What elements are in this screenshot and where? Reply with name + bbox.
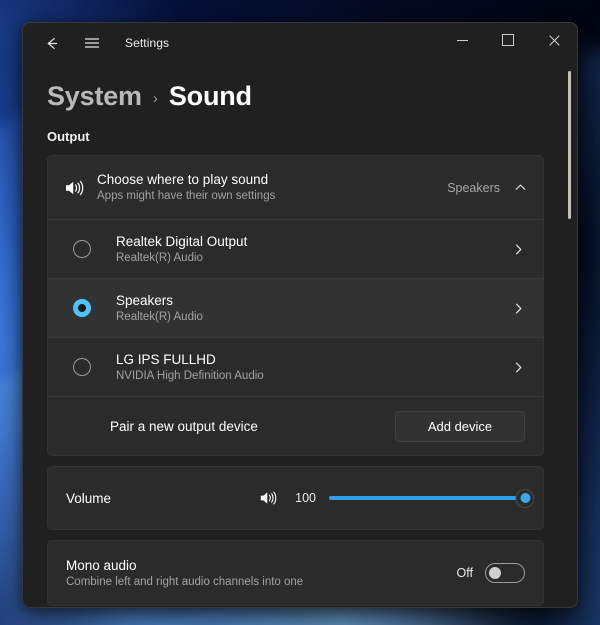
breadcrumb: System › Sound <box>47 63 544 115</box>
window-title: Settings <box>125 36 170 50</box>
expander-text: Choose where to play sound Apps might ha… <box>97 171 447 204</box>
mono-audio-state-label: Off <box>456 566 473 580</box>
page-title: Sound <box>168 80 252 111</box>
output-device-row-2[interactable]: LG IPS FULLHD NVIDIA High Definition Aud… <box>48 338 543 396</box>
volume-card: Volume 100 <box>47 466 544 530</box>
device-text-0: Realtek Digital Output Realtek(R) Audio <box>116 233 512 266</box>
radio-button-0[interactable] <box>73 240 91 258</box>
mono-audio-title: Mono audio <box>66 557 137 573</box>
volume-row: Volume 100 <box>48 467 543 529</box>
settings-window: Settings System › Sound Output Choose wh… <box>22 22 578 608</box>
choose-output-expander[interactable]: Choose where to play sound Apps might ha… <box>48 156 543 219</box>
mono-audio-toggle[interactable] <box>485 563 525 583</box>
expander-selected-value: Speakers <box>447 180 500 195</box>
pair-new-device-row: Pair a new output device Add device <box>48 397 543 455</box>
toggle-knob <box>489 567 501 579</box>
title-bar: Settings <box>23 23 577 63</box>
volume-label: Volume <box>66 490 112 506</box>
device-text-2: LG IPS FULLHD NVIDIA High Definition Aud… <box>116 351 512 384</box>
slider-thumb[interactable] <box>515 488 535 508</box>
mono-audio-text: Mono audio Combine left and right audio … <box>66 557 457 590</box>
close-button[interactable] <box>531 23 577 57</box>
volume-value: 100 <box>295 491 316 505</box>
radio-wrap-2[interactable] <box>48 358 116 376</box>
speaker-icon <box>63 178 97 198</box>
device-name-2: LG IPS FULLHD <box>116 351 216 367</box>
back-arrow-icon[interactable] <box>34 27 68 59</box>
mono-audio-subtitle: Combine left and right audio channels in… <box>66 575 304 588</box>
hamburger-menu-icon[interactable] <box>75 27 109 59</box>
scrollbar-thumb[interactable] <box>568 71 571 219</box>
pair-device-label: Pair a new output device <box>110 418 258 434</box>
device-driver-1: Realtek(R) Audio <box>116 310 203 323</box>
expander-title: Choose where to play sound <box>97 172 269 187</box>
output-device-row-1[interactable]: Speakers Realtek(R) Audio <box>48 279 543 337</box>
maximize-button[interactable] <box>485 23 531 57</box>
mono-audio-card: Mono audio Combine left and right audio … <box>47 540 544 606</box>
radio-button-2[interactable] <box>73 358 91 376</box>
device-driver-2: NVIDIA High Definition Audio <box>116 369 264 382</box>
device-text-1: Speakers Realtek(R) Audio <box>116 292 512 325</box>
device-name-0: Realtek Digital Output <box>116 233 248 249</box>
minimize-button[interactable] <box>439 23 485 57</box>
expander-subtitle: Apps might have their own settings <box>97 190 276 202</box>
radio-wrap-0[interactable] <box>48 240 116 258</box>
chevron-up-icon[interactable] <box>514 181 527 194</box>
device-name-1: Speakers <box>116 292 174 308</box>
output-device-card: Choose where to play sound Apps might ha… <box>47 155 544 456</box>
section-heading-output: Output <box>47 129 90 144</box>
volume-slider[interactable] <box>329 488 535 508</box>
chevron-right-icon[interactable] <box>512 243 525 256</box>
mono-audio-row: Mono audio Combine left and right audio … <box>48 541 543 605</box>
chevron-right-icon[interactable] <box>512 361 525 374</box>
radio-button-1[interactable] <box>73 299 91 317</box>
breadcrumb-parent[interactable]: System <box>47 81 142 112</box>
slider-fill <box>329 496 525 500</box>
output-device-row-0[interactable]: Realtek Digital Output Realtek(R) Audio <box>48 220 543 278</box>
chevron-right-icon[interactable] <box>512 302 525 315</box>
breadcrumb-separator-icon: › <box>152 89 158 107</box>
window-controls <box>439 23 577 63</box>
device-driver-0: Realtek(R) Audio <box>116 251 203 264</box>
settings-page: System › Sound Output Choose where to pl… <box>23 63 577 607</box>
page-scrollbar[interactable] <box>568 71 571 531</box>
add-device-button[interactable]: Add device <box>395 410 525 442</box>
desktop-background: Settings System › Sound Output Choose wh… <box>0 0 600 625</box>
radio-wrap-1[interactable] <box>48 299 116 317</box>
speaker-icon[interactable] <box>258 489 278 507</box>
